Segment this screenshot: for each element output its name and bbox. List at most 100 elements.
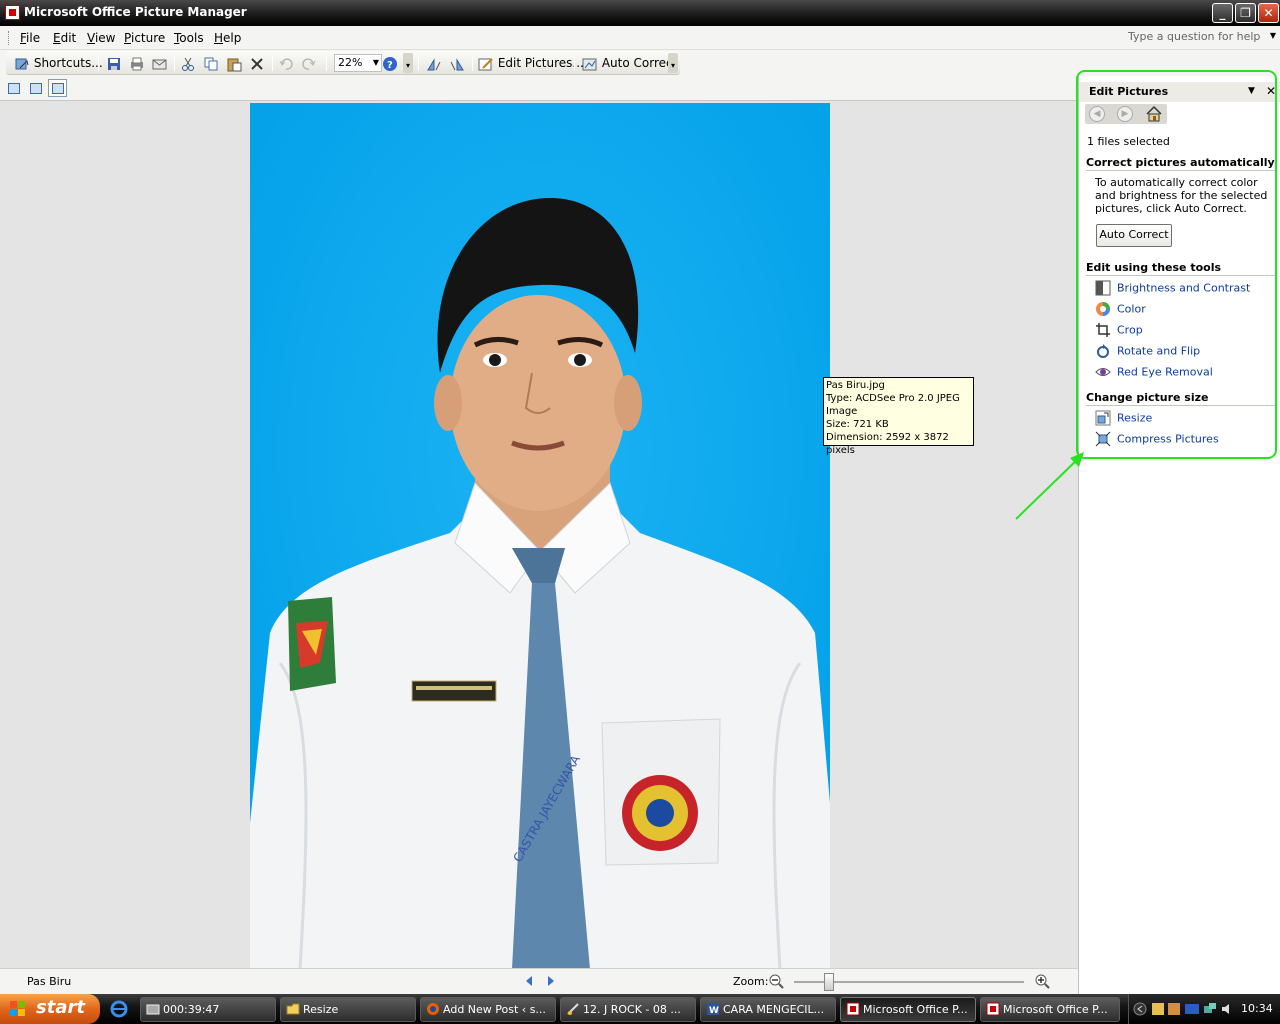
resize-link[interactable]: Resize <box>1095 410 1152 428</box>
auto-correct-toolbar-button[interactable]: Auto Correct <box>582 54 677 72</box>
picture-viewer[interactable]: CASTRA JAYECWARA <box>0 100 1078 968</box>
shortcuts-button[interactable]: Shortcuts... <box>14 54 103 72</box>
zoom-slider-thumb[interactable] <box>823 973 834 991</box>
compress-pictures-link[interactable]: Compress Pictures <box>1095 431 1219 449</box>
tooltip-dimension: Dimension: 2592 x 3872 pixels <box>826 432 949 456</box>
task-pane-close-icon[interactable]: ✕ <box>1266 84 1276 98</box>
delete-button[interactable] <box>249 54 265 72</box>
previous-picture-button[interactable] <box>523 974 535 988</box>
paste-icon <box>226 56 242 72</box>
taskbar-item-label: 12. J ROCK - 08 ... <box>583 1003 681 1016</box>
word-icon: W <box>707 1003 719 1016</box>
taskbar-item-label: Resize <box>303 1003 339 1016</box>
recorder-icon <box>146 1004 160 1015</box>
menu-help[interactable]: Help <box>214 31 241 45</box>
ask-question-input[interactable]: Type a question for help ▼ <box>1126 30 1276 47</box>
language-icon[interactable] <box>1185 1002 1199 1016</box>
color-link[interactable]: Color <box>1095 301 1146 319</box>
red-eye-removal-label: Red Eye Removal <box>1117 365 1213 379</box>
tray-expand-icon[interactable] <box>1133 1002 1147 1016</box>
single-picture-view-icon <box>52 83 64 94</box>
tray-app-icon-2[interactable] <box>1167 1002 1181 1016</box>
paste-button[interactable] <box>226 54 242 72</box>
taskbar-item-label: 000:39:47 <box>163 1003 220 1016</box>
cut-button[interactable] <box>180 54 196 72</box>
taskbar-item-picture-manager[interactable]: Microsoft Office P... <box>980 997 1120 1022</box>
menu-tools[interactable]: Tools <box>174 31 204 45</box>
tray-app-icon[interactable] <box>1151 1002 1165 1016</box>
zoom-out-icon[interactable] <box>769 974 785 990</box>
menu-picture[interactable]: Picture <box>124 31 165 45</box>
thumbnail-view-button[interactable] <box>4 79 23 97</box>
auto-correct-description: To automatically correct color and brigh… <box>1095 176 1268 215</box>
forward-arrow-icon[interactable]: ▶ <box>1117 106 1133 122</box>
current-filename: Pas Biru <box>27 975 72 988</box>
zoom-in-icon[interactable] <box>1035 974 1051 990</box>
rotate-right-icon <box>449 56 465 72</box>
taskbar-item-label: Add New Post ‹ s... <box>443 1003 546 1016</box>
picture-manager-icon <box>846 1002 860 1016</box>
auto-correct-button[interactable]: Auto Correct <box>1096 224 1172 247</box>
filmstrip-view-icon <box>30 83 42 94</box>
toolbar-options-chevron-2[interactable]: ▾ <box>668 53 678 73</box>
print-button[interactable] <box>129 54 145 72</box>
taskbar-item-music[interactable]: 12. J ROCK - 08 ... <box>560 997 696 1022</box>
menu-bar: File Edit View Picture Tools Help Type a… <box>0 26 1280 50</box>
zoom-label: Zoom: <box>733 975 769 988</box>
red-eye-removal-link[interactable]: Red Eye Removal <box>1095 364 1213 382</box>
back-arrow-icon[interactable]: ◀ <box>1089 106 1105 122</box>
taskbar-item-recorder[interactable]: 000:39:47 <box>140 997 276 1022</box>
taskbar-item-resize-folder[interactable]: Resize <box>280 997 416 1022</box>
taskbar-item-word[interactable]: W CARA MENGECIL... <box>700 997 836 1022</box>
chevron-down-icon[interactable]: ▼ <box>1270 31 1276 40</box>
redo-button[interactable] <box>301 54 317 72</box>
minimize-button[interactable]: _ <box>1212 3 1233 23</box>
help-icon: ? <box>382 56 398 72</box>
email-button[interactable] <box>152 54 168 72</box>
task-pane-menu-icon[interactable]: ▼ <box>1248 86 1255 96</box>
save-button[interactable] <box>106 54 122 72</box>
zoom-value: 22% <box>338 56 363 69</box>
taskbar-item-picture-manager-active[interactable]: Microsoft Office P... <box>840 997 976 1022</box>
window-title: Microsoft Office Picture Manager <box>24 5 247 19</box>
toolbar-options-chevron[interactable]: ▾ <box>403 53 413 73</box>
copy-button[interactable] <box>203 54 219 72</box>
tooltip-type: Type: ACDSee Pro 2.0 JPEG <box>826 393 960 404</box>
rotate-flip-link[interactable]: Rotate and Flip <box>1095 343 1200 361</box>
start-button[interactable]: start <box>0 994 100 1024</box>
rotate-right-button[interactable] <box>449 54 465 72</box>
scissors-icon <box>180 56 196 72</box>
student-portrait-photo[interactable]: CASTRA JAYECWARA <box>250 103 830 968</box>
zoom-combobox[interactable]: 22% ▼ <box>334 54 382 72</box>
next-picture-button[interactable] <box>545 974 557 988</box>
taskbar-item-label: Microsoft Office P... <box>863 1003 968 1016</box>
clock: 10:34 <box>1241 1002 1273 1015</box>
brightness-contrast-link[interactable]: Brightness and Contrast <box>1095 280 1250 298</box>
firefox-icon <box>427 1003 439 1015</box>
edit-pictures-button[interactable]: Edit Pictures... <box>478 54 584 72</box>
filmstrip-view-button[interactable] <box>26 79 45 97</box>
menu-view[interactable]: View <box>87 31 115 45</box>
edit-pictures-icon <box>478 56 494 72</box>
rotate-left-button[interactable] <box>426 54 442 72</box>
menubar-grip[interactable] <box>8 31 11 45</box>
chevron-down-icon[interactable]: ▼ <box>373 55 379 71</box>
home-icon[interactable] <box>1145 105 1163 123</box>
menu-file[interactable]: File <box>20 31 40 45</box>
taskbar-item-label: CARA MENGECIL... <box>723 1003 825 1016</box>
close-button[interactable]: ✕ <box>1258 3 1279 23</box>
volume-icon[interactable] <box>1221 1002 1235 1016</box>
task-pane-nav: ◀ ▶ <box>1085 104 1167 124</box>
picture-manager-app-icon[interactable] <box>5 5 20 20</box>
help-button[interactable]: ? <box>382 54 398 72</box>
eye-icon <box>1095 364 1111 380</box>
crop-link[interactable]: Crop <box>1095 322 1143 340</box>
network-icon[interactable] <box>1203 1002 1217 1016</box>
internet-explorer-icon[interactable] <box>110 1000 128 1018</box>
taskbar-item-firefox[interactable]: Add New Post ‹ s... <box>420 997 556 1022</box>
single-picture-view-button[interactable] <box>48 79 67 97</box>
restore-button[interactable]: ❐ <box>1235 3 1256 23</box>
menu-edit[interactable]: Edit <box>53 31 76 45</box>
undo-button[interactable] <box>278 54 294 72</box>
system-tray: 10:34 <box>1128 994 1280 1024</box>
